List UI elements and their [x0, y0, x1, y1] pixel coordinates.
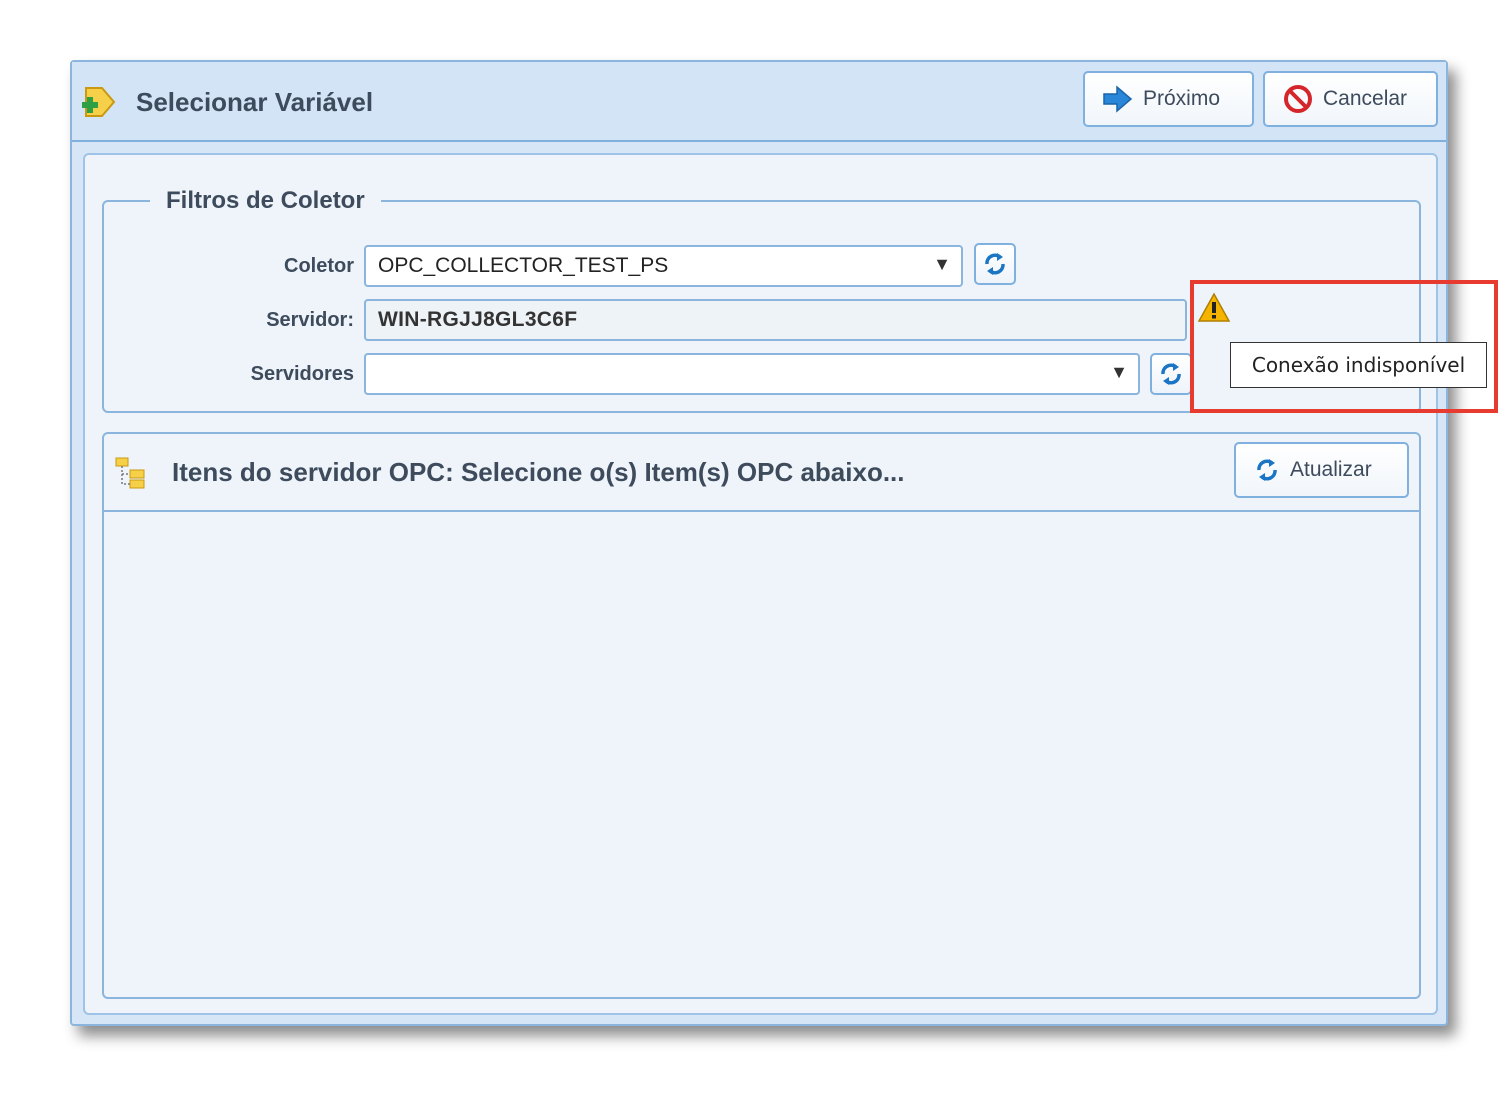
opc-items-tree[interactable] [104, 512, 1419, 997]
warning-icon[interactable] [1197, 292, 1231, 324]
refresh-servers-button[interactable] [1150, 353, 1192, 395]
select-variable-dialog: Selecionar Variável Próximo Cancelar Fil… [70, 60, 1448, 1026]
next-button[interactable]: Próximo [1083, 71, 1254, 127]
collector-select[interactable]: OPC_COLLECTOR_TEST_PS ▼ [364, 245, 963, 287]
chevron-down-icon: ▼ [1110, 362, 1128, 382]
next-button-label: Próximo [1143, 87, 1221, 110]
arrow-right-icon [1103, 85, 1133, 113]
update-button[interactable]: Atualizar [1234, 442, 1409, 498]
tree-items-icon [115, 457, 145, 489]
servers-label: Servidores [250, 363, 354, 385]
dialog-header: Selecionar Variável Próximo Cancelar [72, 62, 1446, 142]
refresh-icon [1161, 363, 1181, 385]
dialog-title: Selecionar Variável [136, 87, 374, 117]
update-button-label: Atualizar [1290, 458, 1372, 481]
collector-filters-legend: Filtros de Coletor [166, 187, 365, 214]
opc-items-header: Itens do servidor OPC: Selecione o(s) It… [104, 434, 1419, 512]
server-label: Servidor: [266, 309, 354, 331]
servers-select[interactable]: ▼ [364, 353, 1140, 395]
add-variable-icon [82, 87, 116, 117]
opc-items-panel: Itens do servidor OPC: Selecione o(s) It… [102, 432, 1421, 999]
refresh-icon [1257, 459, 1277, 481]
cancel-icon [1284, 85, 1312, 113]
collector-label: Coletor [284, 255, 354, 277]
chevron-down-icon: ▼ [933, 254, 951, 274]
collector-select-value: OPC_COLLECTOR_TEST_PS [378, 254, 669, 277]
connection-tooltip: Conexão indisponível [1230, 342, 1487, 388]
refresh-icon [985, 253, 1005, 275]
dialog-body: Filtros de Coletor Coletor OPC_COLLECTOR… [83, 153, 1438, 1015]
cancel-button-label: Cancelar [1323, 87, 1408, 110]
cancel-button[interactable]: Cancelar [1263, 71, 1438, 127]
refresh-collector-button[interactable] [974, 243, 1016, 285]
server-field[interactable]: WIN-RGJJ8GL3C6F [364, 299, 1187, 341]
opc-items-title: Itens do servidor OPC: Selecione o(s) It… [172, 457, 905, 487]
